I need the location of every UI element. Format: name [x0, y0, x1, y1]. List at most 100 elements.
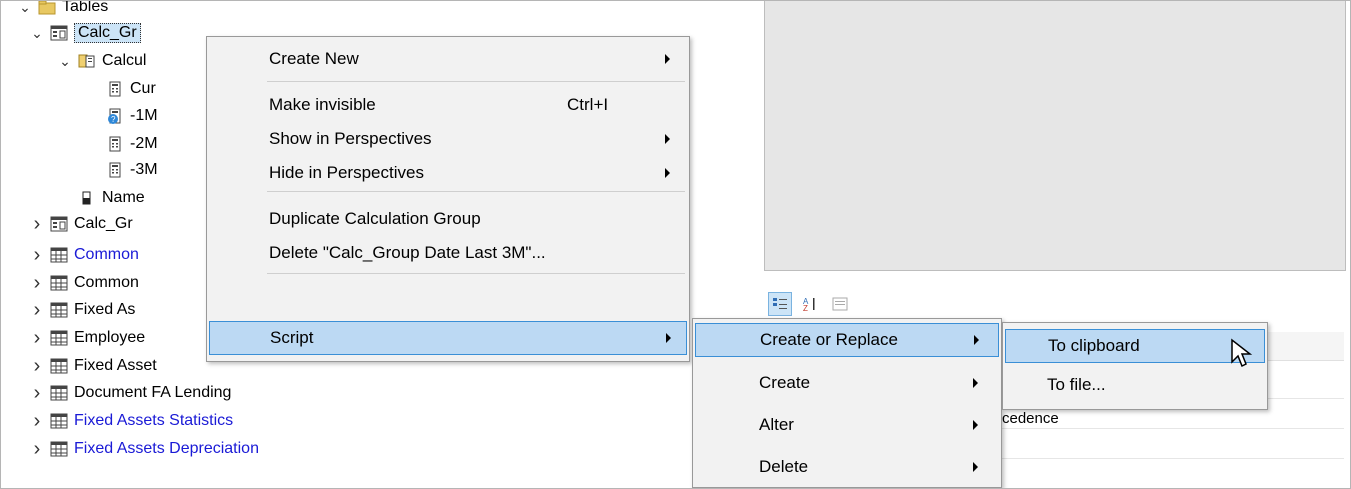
properties-toolbar: AZ	[768, 292, 852, 316]
script-menu-item[interactable]: Create or Replace	[695, 323, 999, 357]
menu-item-label: Make invisible	[269, 95, 376, 114]
sort-alphabetical-icon[interactable]: AZ	[798, 292, 822, 316]
menu-item-label: Show in Perspectives	[269, 129, 432, 148]
submenu-arrow-icon	[665, 134, 670, 144]
script-menu-item[interactable]: Delete	[695, 451, 999, 483]
tree-item[interactable]: › Common	[30, 242, 139, 268]
menu-item-label: Hide in Perspectives	[269, 163, 424, 182]
chevron-right-icon[interactable]: ›	[30, 382, 44, 405]
tree-item-label: Fixed Asset	[74, 357, 157, 374]
submenu-arrow-icon	[974, 335, 979, 345]
tree-item[interactable]: › Document FA Lending	[30, 380, 232, 406]
tree-item[interactable]: › Fixed Asset	[30, 353, 157, 379]
tree-item[interactable]: ⌄ Calcul	[58, 48, 146, 74]
chevron-right-icon[interactable]: ›	[30, 410, 44, 433]
script-submenu[interactable]: Create or Replace Create Alter Delete	[692, 318, 1002, 488]
tree-item[interactable]: › Employee	[30, 325, 146, 351]
svg-text:Z: Z	[803, 304, 808, 312]
tree-item-label: -1M	[130, 107, 158, 124]
preview-panel	[764, 0, 1346, 271]
submenu-arrow-icon	[666, 333, 671, 343]
context-menu-item[interactable]: Delete "Calc_Group Date Last 3M"...	[209, 237, 687, 269]
tree-item-label: Tables	[62, 0, 109, 15]
submenu-arrow-icon	[973, 378, 978, 388]
tree-item-label: Common	[74, 274, 139, 291]
calculator-icon	[106, 162, 124, 178]
chevron-right-icon[interactable]: ›	[30, 327, 44, 350]
mouse-cursor-icon	[1230, 338, 1256, 370]
tree-item-label: Name	[102, 189, 145, 206]
menu-item-shortcut: Ctrl+I	[567, 95, 609, 114]
tree-item-label: Calc_Gr	[74, 215, 133, 232]
tree-item[interactable]: › Calc_Gr	[30, 211, 133, 237]
tree-item-label: -2M	[130, 135, 158, 152]
tree-item[interactable]: ⌄ Calc_Gr	[30, 20, 141, 46]
context-menu-item[interactable]: Make invisible Ctrl+I	[209, 89, 687, 121]
menu-item-label: Script	[270, 328, 314, 347]
menu-separator	[267, 81, 685, 82]
create-or-replace-menu-item[interactable]: To file...	[1005, 369, 1265, 401]
tree-item-label: Fixed Assets Statistics	[74, 412, 234, 429]
script-menu-item[interactable]: Alter	[695, 409, 999, 441]
property-pages-icon[interactable]	[828, 292, 852, 316]
chevron-down-icon[interactable]: ⌄	[58, 53, 72, 70]
chevron-right-icon[interactable]: ›	[30, 213, 44, 236]
table-icon	[50, 441, 68, 457]
calculator-icon	[106, 81, 124, 97]
categorized-view-icon[interactable]	[768, 292, 792, 316]
tree-item[interactable]: › Fixed Assets Statistics	[30, 408, 234, 434]
menu-item-label: Duplicate Calculation Group	[269, 209, 481, 228]
create-or-replace-menu-item[interactable]: To clipboard	[1005, 329, 1265, 363]
chevron-right-icon[interactable]: ›	[30, 244, 44, 267]
tree-item[interactable]: Name	[58, 185, 145, 211]
chevron-right-icon[interactable]: ›	[30, 272, 44, 295]
tree-item[interactable]: › Common	[30, 270, 139, 296]
table-icon	[50, 330, 68, 346]
tree-item-label: Fixed Assets Depreciation	[74, 440, 259, 457]
column-icon	[78, 190, 96, 206]
chevron-down-icon[interactable]: ⌄	[18, 0, 32, 16]
chevron-down-icon[interactable]: ⌄	[30, 25, 44, 42]
context-menu-item[interactable]: Duplicate Calculation Group	[209, 203, 687, 235]
menu-separator	[267, 191, 685, 192]
tree-item-label: Cur	[130, 80, 156, 97]
menu-item-label: Create or Replace	[760, 330, 898, 349]
tree-item-label: Employee	[74, 329, 146, 346]
tree-item-tables[interactable]: ⌄ Tables	[18, 0, 108, 20]
chevron-right-icon[interactable]: ›	[30, 355, 44, 378]
context-menu-item[interactable]: Hide in Perspectives	[209, 157, 687, 189]
calculator-icon	[106, 136, 124, 152]
script-menu-item[interactable]: Create	[695, 367, 999, 399]
tree-item-label: Fixed As	[74, 301, 136, 318]
submenu-arrow-icon	[973, 420, 978, 430]
tree-item[interactable]: Cur	[86, 76, 156, 102]
menu-item-label: To clipboard	[1048, 336, 1140, 355]
context-menu-item[interactable]: Script	[209, 321, 687, 355]
table-icon	[50, 275, 68, 291]
context-menu[interactable]: Create New Make invisible Ctrl+I Show in Pe…	[206, 36, 690, 362]
context-menu-item[interactable]: Show in Perspectives	[209, 123, 687, 155]
tree-item[interactable]: › Fixed As	[30, 297, 136, 323]
svg-text:?: ?	[111, 115, 116, 124]
calculator-info-icon: ?	[106, 108, 124, 124]
tree-item[interactable]: -2M	[86, 131, 158, 157]
create-or-replace-submenu[interactable]: To clipboard To file...	[1002, 322, 1268, 410]
tree-item[interactable]: -3M	[86, 157, 158, 183]
tree-item-label: -3M	[130, 161, 158, 178]
chevron-right-icon[interactable]: ›	[30, 299, 44, 322]
tree-item[interactable]: › Fixed Assets Depreciation	[30, 436, 259, 462]
context-menu-item[interactable]: Create New	[209, 43, 687, 75]
table-icon	[50, 385, 68, 401]
tree-item-label: Common	[74, 246, 139, 263]
tree-item-label: Calcul	[102, 52, 147, 69]
menu-item-label: Delete "Calc_Group Date Last 3M"...	[269, 243, 546, 262]
menu-item-label: Delete	[759, 457, 809, 476]
table-icon	[50, 358, 68, 374]
folder-icon	[38, 0, 56, 15]
menu-item-label: Create New	[269, 49, 359, 68]
chevron-right-icon[interactable]: ›	[30, 438, 44, 461]
property-label: cedence	[1002, 410, 1059, 427]
menu-item-label: Create	[759, 373, 811, 392]
tree-item[interactable]: ? -1M	[86, 103, 158, 129]
submenu-arrow-icon	[665, 168, 670, 178]
